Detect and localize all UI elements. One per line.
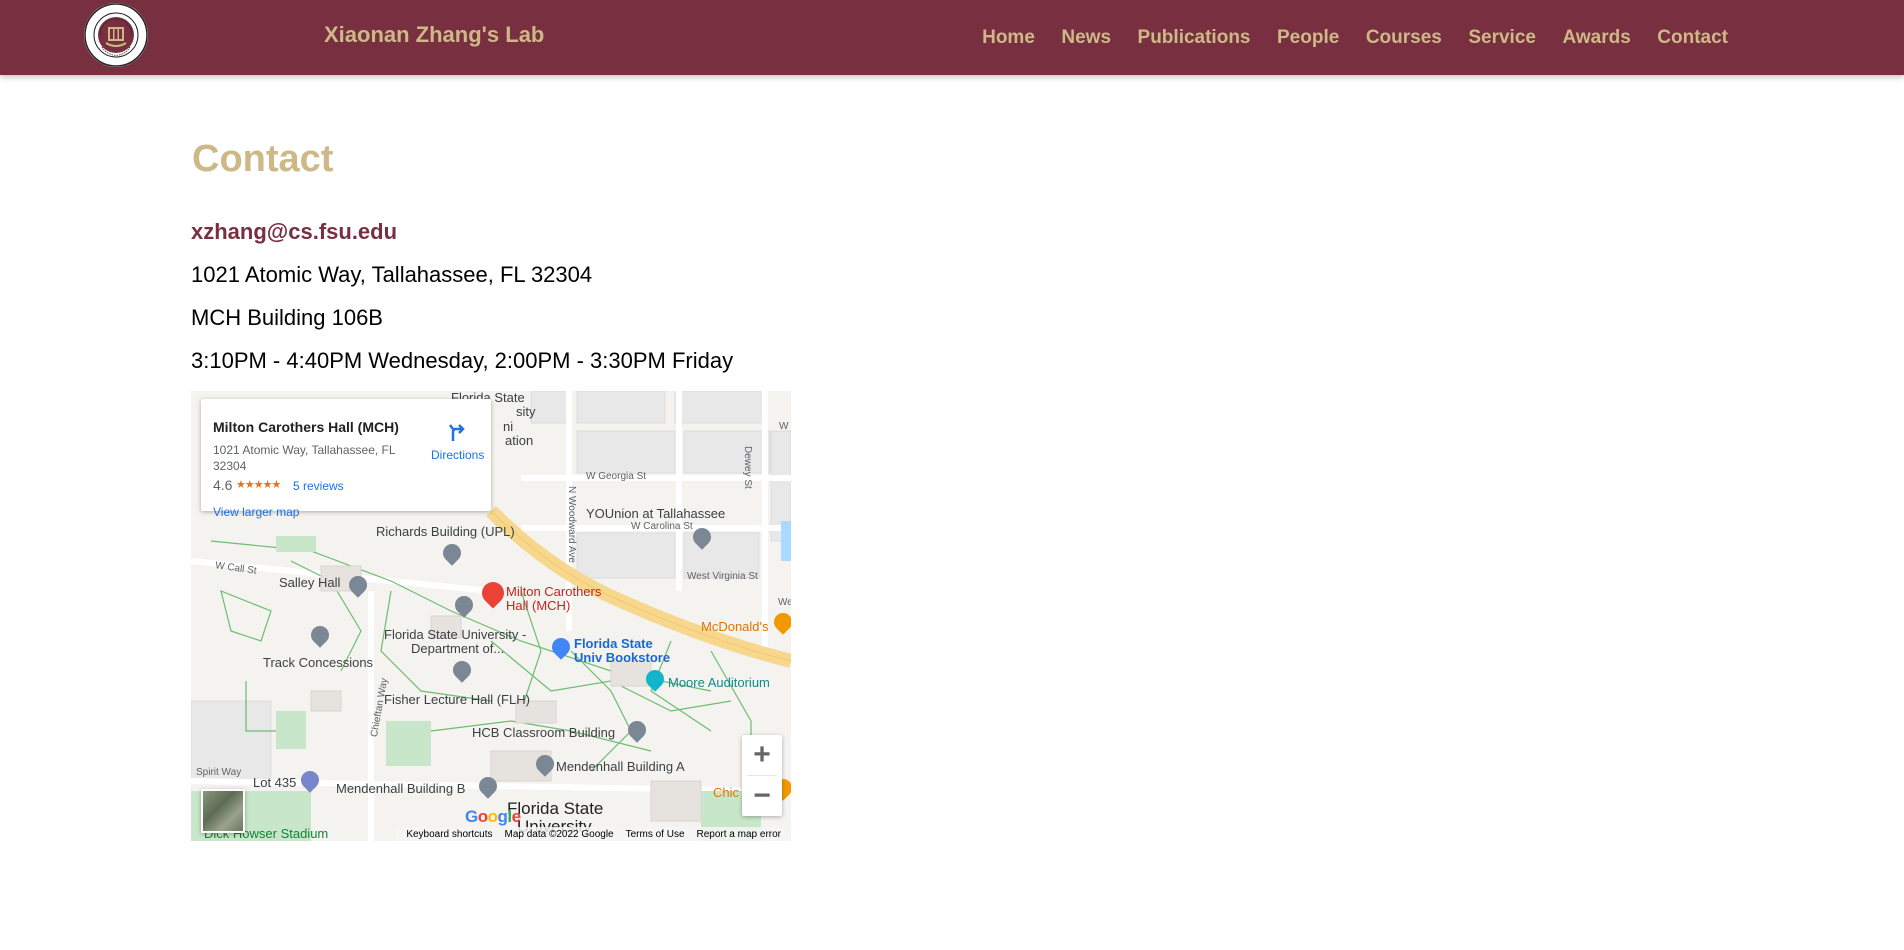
email-link[interactable]: xzhang@cs.fsu.edu [191, 219, 397, 245]
map-label-bookstore-2: Univ Bookstore [574, 650, 671, 665]
map-label-mcdonalds: McDonald's [701, 619, 769, 634]
building-text: MCH Building 106B [191, 305, 383, 330]
map-label-w-edge: W [779, 421, 789, 432]
place-address: 1021 Atomic Way, Tallahassee, FL 32304 [213, 443, 396, 473]
map-label-fsu-top2: sity [516, 404, 536, 419]
map-data-text: Map data ©2022 Google [504, 828, 614, 840]
map-label-mch-2: Hall (MCH) [506, 598, 571, 613]
map-label-mendenhall-b: Mendenhall Building B [336, 781, 466, 796]
fsu-seal-icon [84, 3, 148, 67]
nav-courses[interactable]: Courses [1366, 27, 1442, 49]
zoom-out-button[interactable]: − [742, 776, 782, 816]
embedded-map[interactable]: Florida State sity ni ation W Georgia St… [191, 391, 791, 841]
office-hours-text: 3:10PM - 4:40PM Wednesday, 2:00PM - 3:30… [191, 348, 734, 373]
nav-publications[interactable]: Publications [1138, 27, 1251, 49]
map-label-younion: YOUnion at Tallahassee [586, 506, 726, 521]
map-label-fisher: Fisher Lecture Hall (FLH) [384, 692, 530, 707]
address-text: 1021 Atomic Way, Tallahassee, FL 32304 [191, 262, 593, 287]
nav-service[interactable]: Service [1468, 27, 1536, 49]
map-label-track: Track Concessions [263, 655, 374, 670]
nav-contact[interactable]: Contact [1657, 27, 1728, 49]
lab-name-link[interactable]: Xiaonan Zhang's Lab [324, 22, 544, 48]
directions-link[interactable]: Directions [431, 448, 484, 462]
map-label-hcb: HCB Classroom Building [472, 725, 616, 740]
nav-news[interactable]: News [1061, 27, 1111, 49]
satellite-toggle-button[interactable] [201, 789, 245, 833]
reviews-link[interactable]: 5 reviews [293, 479, 344, 493]
report-map-error-link[interactable]: Report a map error [697, 829, 781, 840]
directions-icon[interactable] [447, 421, 469, 443]
map-label-dewey: Dewey St [742, 446, 753, 489]
map-label-spirit: Spirit Way [196, 767, 242, 778]
map-label-w-georgia: W Georgia St [586, 471, 647, 482]
zoom-controls: + − [742, 735, 782, 816]
map-label-salley: Salley Hall [279, 575, 341, 590]
map-label-bookstore-1: Florida State [574, 636, 653, 651]
place-name: Milton Carothers Hall (MCH) [213, 419, 399, 435]
map-label-fsu-bottom-1: Florida State [507, 799, 604, 818]
view-larger-map-link[interactable]: View larger map [213, 505, 299, 519]
map-label-we-edge: We [778, 597, 791, 608]
map-label-fsu-dept-1: Florida State University - [384, 627, 527, 642]
place-rating: 4.6 [213, 477, 233, 493]
map-label-mch-1: Milton Carothers [506, 584, 602, 599]
map-label-chic: Chic [713, 785, 740, 800]
map-label-fsu-dept-2: Department of... [411, 641, 505, 656]
map-label-woodward: N Woodward Ave [566, 486, 577, 563]
page-title: Contact [192, 138, 334, 180]
map-label-richards: Richards Building (UPL) [376, 524, 515, 539]
keyboard-shortcuts-link[interactable]: Keyboard shortcuts [406, 829, 492, 840]
rating-stars-icon: ★★★★★ [236, 479, 281, 491]
zoom-in-button[interactable]: + [742, 735, 782, 775]
google-logo: Google [465, 807, 521, 826]
map-label-lot435: Lot 435 [253, 775, 297, 790]
map-label-moore: Moore Auditorium [668, 675, 770, 690]
nav-awards[interactable]: Awards [1562, 27, 1630, 49]
main-nav: Home News Publications People Courses Se… [956, 27, 1728, 49]
nav-home[interactable]: Home [982, 27, 1035, 49]
map-label-fsu-top4: ation [505, 433, 534, 448]
map-label-west-virginia: West Virginia St [687, 571, 758, 582]
terms-of-use-link[interactable]: Terms of Use [626, 829, 685, 840]
site-header: Xiaonan Zhang's Lab Home News Publicatio… [0, 0, 1904, 75]
place-info-card: Milton Carothers Hall (MCH) 1021 Atomic … [201, 399, 491, 519]
map-label-mendenhall-a: Mendenhall Building A [556, 759, 685, 774]
nav-people[interactable]: People [1277, 27, 1339, 49]
map-label-fsu-top3: ni [503, 419, 514, 434]
map-attribution: Keyboard shortcuts Map data ©2022 Google… [396, 827, 791, 841]
map-label-w-carolina: W Carolina St [631, 521, 693, 532]
fsu-seal-logo[interactable] [84, 3, 148, 67]
